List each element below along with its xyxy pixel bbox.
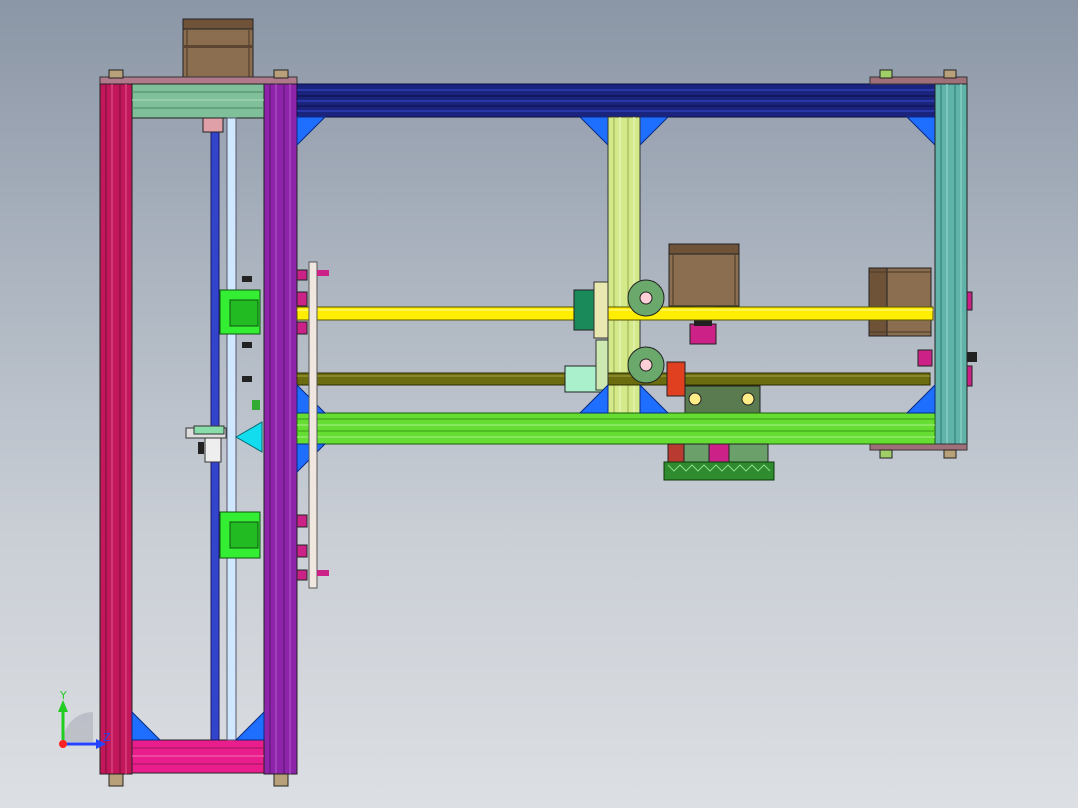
triad-y-label: Y — [59, 689, 67, 702]
yellow-rod — [296, 306, 934, 321]
print-head-assembly — [663, 443, 775, 481]
olive-rod — [296, 372, 931, 386]
triad-z-label: Z — [103, 731, 111, 744]
stepper-motor-middle — [668, 243, 740, 345]
stepper-motor-top — [182, 18, 254, 82]
cad-assembly-drawing[interactable]: Y Z — [0, 0, 1078, 808]
left-slider-blocks — [219, 276, 261, 559]
cad-viewport[interactable]: Y Z — [0, 0, 1078, 808]
left-hotend — [185, 421, 263, 463]
